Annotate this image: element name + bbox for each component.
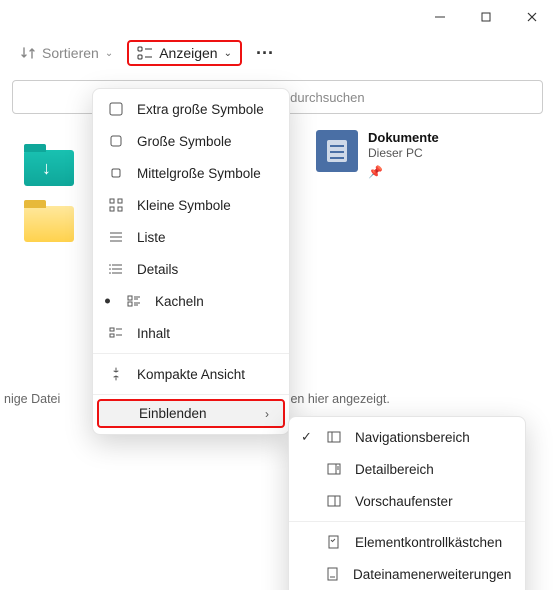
folder-icon bbox=[24, 202, 74, 242]
check-icon: ✓ bbox=[301, 429, 312, 445]
content-icon bbox=[107, 324, 125, 342]
documents-text: Dokumente Dieser PC 📌 bbox=[368, 130, 439, 180]
menu-label: Kompakte Ansicht bbox=[137, 367, 245, 382]
more-button[interactable]: ··· bbox=[246, 43, 284, 64]
checkbox-icon bbox=[325, 533, 343, 551]
detail-pane-icon bbox=[325, 460, 343, 478]
menu-label: Mittelgroße Symbole bbox=[137, 166, 261, 181]
menu-label: Detailbereich bbox=[355, 462, 434, 477]
menu-separator bbox=[93, 353, 289, 354]
toolbar: Sortieren ⌄ Anzeigen ⌄ ··· bbox=[0, 34, 555, 72]
nav-pane-icon bbox=[325, 428, 343, 446]
menu-label: Vorschaufenster bbox=[355, 494, 453, 509]
submenu-item-checkboxes[interactable]: Elementkontrollkästchen bbox=[289, 526, 525, 558]
minimize-button[interactable] bbox=[417, 0, 463, 34]
chevron-right-icon: › bbox=[265, 407, 269, 421]
menu-label: Navigationsbereich bbox=[355, 430, 470, 445]
sm-icon bbox=[107, 196, 125, 214]
close-icon bbox=[527, 12, 537, 22]
hint-right: teien hier angezeigt. bbox=[277, 392, 390, 406]
menu-separator bbox=[289, 521, 525, 522]
menu-extra-large-icons[interactable]: Extra große Symbole bbox=[93, 93, 289, 125]
view-menu: Extra große Symbole Große Symbole Mittel… bbox=[92, 88, 290, 435]
ellipsis-icon: ··· bbox=[256, 43, 274, 63]
preview-pane-icon bbox=[325, 492, 343, 510]
menu-medium-icons[interactable]: Mittelgroße Symbole bbox=[93, 157, 289, 189]
menu-label: Große Symbole bbox=[137, 134, 232, 149]
details-icon bbox=[107, 260, 125, 278]
documents-subtitle: Dieser PC bbox=[368, 146, 439, 161]
downloads-folder-icon: ↓ bbox=[24, 146, 74, 186]
file-ext-icon bbox=[325, 565, 341, 583]
menu-show-submenu[interactable]: Einblenden › bbox=[97, 399, 285, 428]
md-icon bbox=[107, 164, 125, 182]
menu-label: Liste bbox=[137, 230, 166, 245]
menu-label: Kacheln bbox=[155, 294, 204, 309]
menu-label: Elementkontrollkästchen bbox=[355, 535, 502, 550]
maximize-icon bbox=[481, 12, 491, 22]
menu-large-icons[interactable]: Große Symbole bbox=[93, 125, 289, 157]
sort-icon bbox=[20, 45, 36, 61]
show-submenu: ✓ Navigationsbereich Detailbereich Vorsc… bbox=[288, 416, 526, 590]
menu-small-icons[interactable]: Kleine Symbole bbox=[93, 189, 289, 221]
chevron-down-icon: ⌄ bbox=[224, 48, 232, 59]
menu-compact-view[interactable]: Kompakte Ansicht bbox=[93, 358, 289, 390]
documents-icon bbox=[316, 130, 358, 172]
menu-label: Dateinamenerweiterungen bbox=[353, 567, 511, 582]
close-button[interactable] bbox=[509, 0, 555, 34]
minimize-icon bbox=[435, 12, 445, 22]
menu-label: Details bbox=[137, 262, 178, 277]
compact-icon bbox=[107, 365, 125, 383]
menu-label: Einblenden bbox=[139, 406, 207, 421]
bullet-icon bbox=[105, 299, 110, 304]
view-label: Anzeigen bbox=[159, 45, 217, 61]
menu-content[interactable]: Inhalt bbox=[93, 317, 289, 349]
menu-tiles[interactable]: Kacheln bbox=[93, 285, 289, 317]
view-button[interactable]: Anzeigen ⌄ bbox=[127, 40, 242, 66]
menu-list[interactable]: Liste bbox=[93, 221, 289, 253]
menu-separator bbox=[93, 394, 289, 395]
documents-tile[interactable]: Dokumente Dieser PC 📌 bbox=[316, 130, 439, 180]
maximize-button[interactable] bbox=[463, 0, 509, 34]
explorer-window: Sortieren ⌄ Anzeigen ⌄ ··· llzugriff" du… bbox=[0, 0, 555, 590]
menu-label: Extra große Symbole bbox=[137, 102, 264, 117]
menu-label: Inhalt bbox=[137, 326, 170, 341]
hint-left: nige Datei bbox=[4, 392, 60, 406]
tiles-icon bbox=[125, 292, 143, 310]
sort-label: Sortieren bbox=[42, 45, 99, 61]
submenu-preview-pane[interactable]: Vorschaufenster bbox=[289, 485, 525, 517]
submenu-navigation-pane[interactable]: ✓ Navigationsbereich bbox=[289, 421, 525, 453]
titlebar bbox=[0, 0, 555, 34]
view-icon bbox=[137, 45, 153, 61]
documents-title: Dokumente bbox=[368, 130, 439, 146]
submenu-file-extensions[interactable]: Dateinamenerweiterungen bbox=[289, 558, 525, 590]
menu-label: Kleine Symbole bbox=[137, 198, 231, 213]
pin-icon: 📌 bbox=[368, 165, 439, 180]
submenu-details-pane[interactable]: Detailbereich bbox=[289, 453, 525, 485]
sort-button[interactable]: Sortieren ⌄ bbox=[10, 40, 123, 66]
list-icon bbox=[107, 228, 125, 246]
chevron-down-icon: ⌄ bbox=[105, 48, 113, 59]
menu-details[interactable]: Details bbox=[93, 253, 289, 285]
xl-icon bbox=[107, 100, 125, 118]
lg-icon bbox=[107, 132, 125, 150]
